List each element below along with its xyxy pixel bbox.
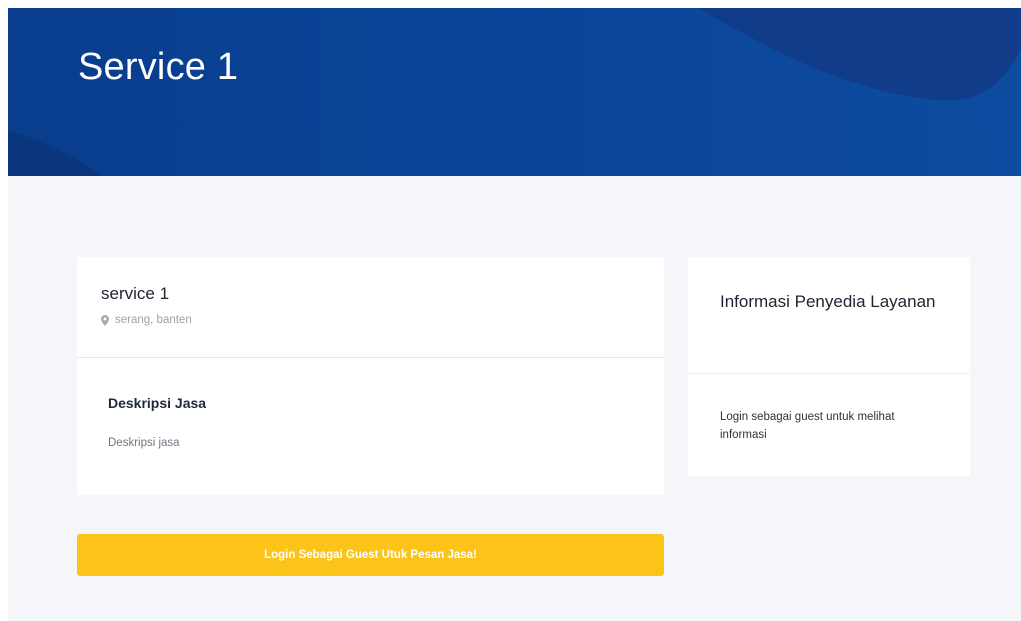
- login-guest-order-button[interactable]: Login Sebagai Guest Utuk Pesan Jasa!: [77, 534, 664, 576]
- service-name: service 1: [101, 284, 170, 303]
- provider-info-heading: Informasi Penyedia Layanan: [720, 292, 936, 311]
- provider-info-card: Informasi Penyedia Layanan Login sebagai…: [688, 257, 970, 476]
- page-frame: Service 1 service 1 serang, banten Deskr…: [8, 8, 1021, 621]
- hero-decoration: [8, 8, 1021, 176]
- description-text: Deskripsi jasa: [108, 437, 180, 449]
- service-detail-card: service 1 serang, banten Deskripsi Jasa …: [77, 257, 664, 495]
- hero-banner: Service 1: [8, 8, 1021, 176]
- map-pin-icon: [101, 314, 109, 326]
- description-heading: Deskripsi Jasa: [108, 395, 207, 411]
- card-divider: [688, 373, 970, 374]
- location-text: serang, banten: [115, 314, 192, 326]
- card-divider: [77, 357, 664, 358]
- service-location: serang, banten: [101, 314, 192, 326]
- provider-info-message: Login sebagai guest untuk melihat inform…: [720, 411, 895, 441]
- page-title: Service 1: [78, 46, 239, 88]
